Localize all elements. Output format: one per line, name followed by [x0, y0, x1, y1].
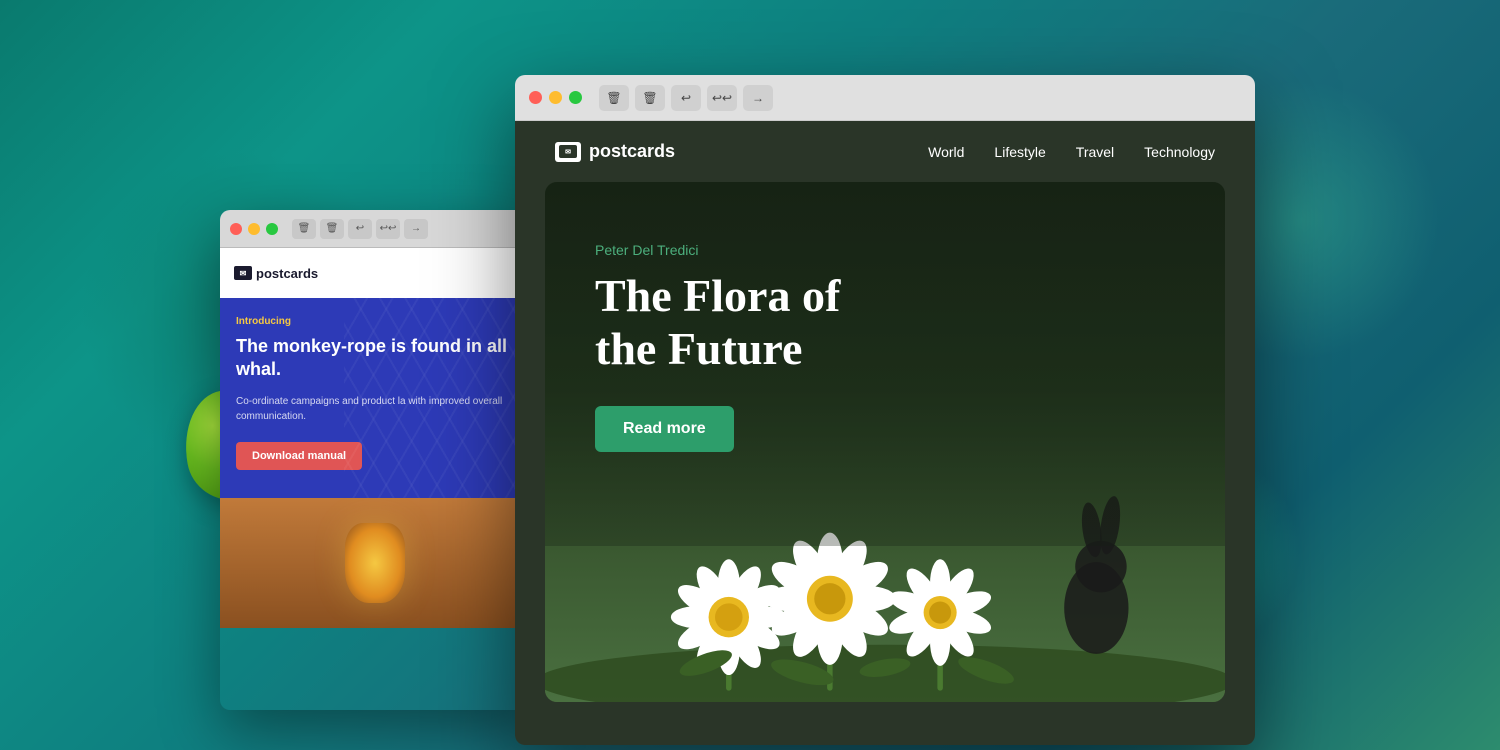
newsletter-body: postcards World Lifestyle Travel Technol… [515, 121, 1255, 745]
delete-btn[interactable]: 🗑 [292, 219, 316, 239]
front-traffic-light-yellow[interactable] [549, 91, 562, 104]
hero-title-line1: The Flora of [595, 270, 840, 321]
logo-text: postcards [256, 266, 318, 281]
lantern-decoration [345, 523, 405, 603]
blue-pattern [344, 298, 530, 498]
nav-link-travel[interactable]: Travel [1076, 144, 1114, 160]
nav-link-world[interactable]: World [928, 144, 964, 160]
newsletter-hero: Peter Del Tredici The Flora of the Futur… [545, 182, 1225, 702]
hero-author: Peter Del Tredici [595, 242, 1175, 258]
hero-title-line2: the Future [595, 323, 802, 374]
titlebar-controls: 🗑 🗑 ↩ ↩↩ → [292, 219, 428, 239]
front-window-titlebar: 🗑 🗑 ↩ ↩↩ → [515, 75, 1255, 121]
logo-icon [234, 266, 252, 280]
email-hero: Introducing The monkey-rope is found in … [220, 298, 530, 498]
hero-text-container: Peter Del Tredici The Flora of the Futur… [595, 242, 1175, 452]
back-window: 🗑 🗑 ↩ ↩↩ → postcards Introducing The mon… [220, 210, 530, 710]
hero-title: The Flora of the Future [595, 270, 1175, 376]
back-window-titlebar: 🗑 🗑 ↩ ↩↩ → [220, 210, 530, 248]
postcards-logo-back: postcards [234, 266, 318, 281]
traffic-light-yellow[interactable] [248, 223, 260, 235]
nav-links: World Lifestyle Travel Technology [928, 144, 1215, 160]
traffic-light-green[interactable] [266, 223, 278, 235]
front-traffic-light-green[interactable] [569, 91, 582, 104]
nav-link-technology[interactable]: Technology [1144, 144, 1215, 160]
logo-box-inner [559, 145, 577, 158]
front-forward-btn[interactable]: → [743, 85, 773, 111]
read-more-button[interactable]: Read more [595, 406, 734, 452]
trash-btn[interactable]: 🗑 [320, 219, 344, 239]
front-logo-text: postcards [589, 141, 675, 162]
front-trash-btn[interactable]: 🗑 [635, 85, 665, 111]
traffic-light-red[interactable] [230, 223, 242, 235]
nav-link-lifestyle[interactable]: Lifestyle [994, 144, 1045, 160]
front-back-btn[interactable]: ↩ [671, 85, 701, 111]
front-window: 🗑 🗑 ↩ ↩↩ → postcards World Lifestyle Tra… [515, 75, 1255, 745]
back-btn[interactable]: ↩ [348, 219, 372, 239]
front-traffic-light-red[interactable] [529, 91, 542, 104]
email-logo-bar: postcards [220, 248, 530, 298]
front-titlebar-controls: 🗑 🗑 ↩ ↩↩ → [599, 85, 773, 111]
front-back-all-btn[interactable]: ↩↩ [707, 85, 737, 111]
back-all-btn[interactable]: ↩↩ [376, 219, 400, 239]
email-footer-image [220, 498, 530, 628]
newsletter-nav: postcards World Lifestyle Travel Technol… [515, 121, 1255, 182]
forward-btn[interactable]: → [404, 219, 428, 239]
postcards-logo-front: postcards [555, 141, 675, 162]
logo-box [555, 142, 581, 162]
front-delete-btn[interactable]: 🗑 [599, 85, 629, 111]
